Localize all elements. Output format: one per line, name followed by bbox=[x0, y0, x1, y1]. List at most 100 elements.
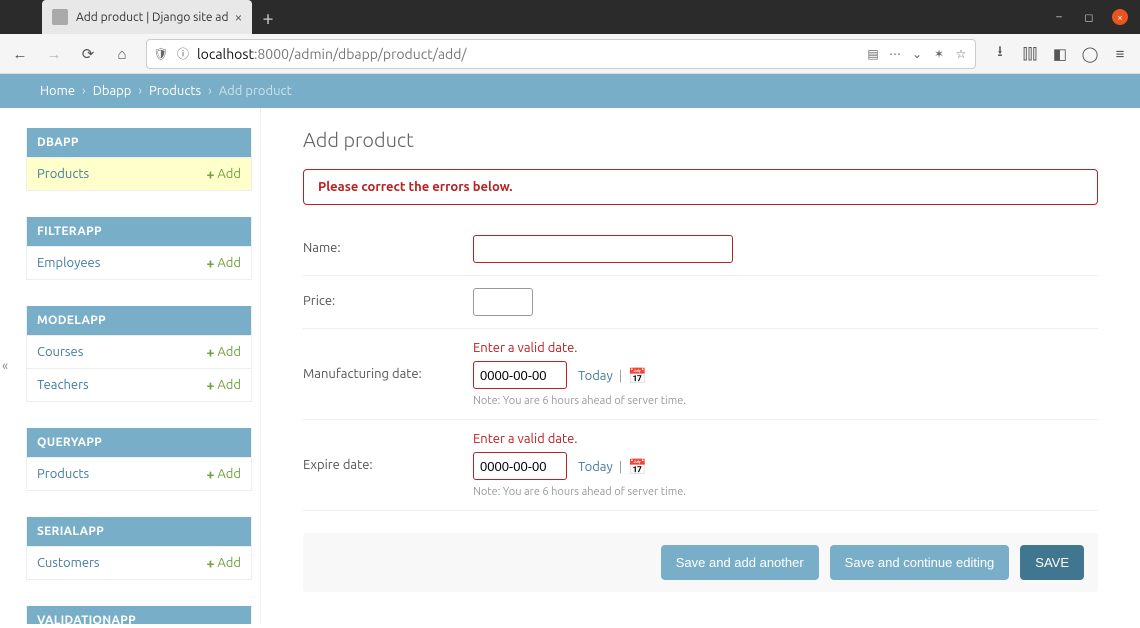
downloads-icon[interactable]: ⭳ bbox=[990, 44, 1010, 64]
sidebar-item-courses[interactable]: Courses +Add bbox=[27, 335, 251, 368]
sidebar-collapse-icon[interactable]: « bbox=[2, 359, 8, 373]
add-link[interactable]: +Add bbox=[206, 166, 241, 182]
browser-tab[interactable]: Add product | Django site ad × bbox=[42, 0, 252, 34]
exp-today-link[interactable]: Today bbox=[578, 460, 613, 474]
breadcrumb-home[interactable]: Home bbox=[40, 84, 75, 98]
pocket-icon[interactable]: ⌄ bbox=[909, 46, 925, 62]
model-link[interactable]: Products bbox=[37, 467, 89, 481]
breadcrumb-current: Add product bbox=[219, 84, 292, 98]
app-filterapp: FILTERAPP Employees +Add bbox=[26, 217, 252, 280]
toolbar-right: ⭳ ⫿⫿⫿ ◧ ◯ ≡ bbox=[986, 44, 1134, 64]
field-mfg-label: Manufacturing date: bbox=[303, 341, 473, 381]
model-link[interactable]: Teachers bbox=[37, 378, 89, 392]
back-button[interactable]: ← bbox=[6, 40, 34, 68]
name-input[interactable] bbox=[473, 235, 733, 263]
field-name-label: Name: bbox=[303, 235, 473, 255]
plus-icon: + bbox=[206, 555, 214, 571]
model-link[interactable]: Customers bbox=[37, 556, 100, 570]
plus-icon: + bbox=[206, 344, 214, 360]
maximize-icon[interactable]: ◻ bbox=[1082, 10, 1096, 24]
app-caption[interactable]: QUERYAPP bbox=[27, 428, 251, 457]
breadcrumb-app[interactable]: Dbapp bbox=[93, 84, 132, 98]
star-icon[interactable]: ☆ bbox=[953, 46, 969, 62]
field-price-label: Price: bbox=[303, 288, 473, 308]
mfg-date-input[interactable] bbox=[473, 361, 567, 389]
add-link[interactable]: +Add bbox=[206, 377, 241, 393]
mfg-help-text: Note: You are 6 hours ahead of server ti… bbox=[473, 395, 1098, 407]
field-price-row: Price: bbox=[303, 276, 1098, 329]
sidebar: DBAPP Products +Add FILTERAPP Employees … bbox=[0, 108, 260, 624]
calendar-icon[interactable]: 📅 bbox=[628, 367, 647, 385]
bug-icon[interactable]: ✶ bbox=[931, 46, 947, 62]
admin-page: Home › Dbapp › Products › Add product « … bbox=[0, 74, 1140, 628]
window-controls: – ◻ × bbox=[1052, 9, 1140, 25]
model-link[interactable]: Products bbox=[37, 167, 89, 181]
window-close-icon[interactable]: × bbox=[1112, 9, 1128, 25]
reader-view-icon[interactable]: ▤ bbox=[865, 46, 881, 62]
forward-button[interactable]: → bbox=[40, 40, 68, 68]
app-caption[interactable]: DBAPP bbox=[27, 128, 251, 157]
sidebar-item-products[interactable]: Products +Add bbox=[27, 157, 251, 190]
price-input[interactable] bbox=[473, 288, 533, 316]
app-caption[interactable]: VALIDATIONAPP bbox=[27, 606, 251, 624]
app-dbapp: DBAPP Products +Add bbox=[26, 128, 252, 191]
minimize-icon[interactable]: – bbox=[1052, 10, 1066, 24]
account-icon[interactable]: ◯ bbox=[1080, 44, 1100, 64]
main-content: Add product Please correct the errors be… bbox=[260, 108, 1140, 624]
field-exp-row: Expire date: Enter a valid date. Today |… bbox=[303, 420, 1098, 511]
exp-error: Enter a valid date. bbox=[473, 432, 1098, 446]
mfg-today-link[interactable]: Today bbox=[578, 369, 613, 383]
url-bar[interactable]: 🛡 ⓘ localhost:8000/admin/dbapp/product/a… bbox=[146, 39, 976, 69]
menu-icon[interactable]: ≡ bbox=[1110, 44, 1130, 64]
mfg-error: Enter a valid date. bbox=[473, 341, 1098, 355]
new-tab-button[interactable]: + bbox=[262, 6, 273, 29]
sidebar-item-products-q[interactable]: Products +Add bbox=[27, 457, 251, 490]
content-area: « DBAPP Products +Add FILTERAPP Employee… bbox=[0, 108, 1140, 624]
app-serialapp: SERIALAPP Customers +Add bbox=[26, 517, 252, 580]
calendar-icon[interactable]: 📅 bbox=[628, 458, 647, 476]
tab-favicon bbox=[52, 9, 68, 25]
sidebar-item-customers[interactable]: Customers +Add bbox=[27, 546, 251, 579]
add-link[interactable]: +Add bbox=[206, 255, 241, 271]
plus-icon: + bbox=[206, 466, 214, 482]
home-button[interactable]: ⌂ bbox=[108, 40, 136, 68]
save-button[interactable]: SAVE bbox=[1020, 545, 1084, 580]
sidebar-item-teachers[interactable]: Teachers +Add bbox=[27, 368, 251, 401]
tab-title: Add product | Django site ad bbox=[76, 11, 229, 24]
field-name-row: Name: bbox=[303, 223, 1098, 276]
save-continue-button[interactable]: Save and continue editing bbox=[830, 545, 1010, 580]
breadcrumb: Home › Dbapp › Products › Add product bbox=[0, 74, 1140, 108]
add-link[interactable]: +Add bbox=[206, 555, 241, 571]
plus-icon: + bbox=[206, 166, 214, 182]
exp-help-text: Note: You are 6 hours ahead of server ti… bbox=[473, 486, 1098, 498]
app-caption[interactable]: FILTERAPP bbox=[27, 217, 251, 246]
plus-icon: + bbox=[206, 255, 214, 271]
add-link[interactable]: +Add bbox=[206, 344, 241, 360]
app-caption[interactable]: MODELAPP bbox=[27, 306, 251, 335]
app-queryapp: QUERYAPP Products +Add bbox=[26, 428, 252, 491]
breadcrumb-model[interactable]: Products bbox=[149, 84, 201, 98]
sidebar-item-employees[interactable]: Employees +Add bbox=[27, 246, 251, 279]
error-note: Please correct the errors below. bbox=[303, 169, 1098, 205]
save-add-another-button[interactable]: Save and add another bbox=[661, 545, 819, 580]
reload-button[interactable]: ⟳ bbox=[74, 40, 102, 68]
app-validationapp: VALIDATIONAPP bbox=[26, 606, 252, 624]
model-link[interactable]: Courses bbox=[37, 345, 83, 359]
add-link[interactable]: +Add bbox=[206, 466, 241, 482]
browser-titlebar: Add product | Django site ad × + – ◻ × bbox=[0, 0, 1140, 34]
model-link[interactable]: Employees bbox=[37, 256, 100, 270]
submit-row: Save and add another Save and continue e… bbox=[303, 533, 1098, 592]
more-actions-icon[interactable]: ⋯ bbox=[887, 46, 903, 62]
page-title: Add product bbox=[303, 128, 1098, 151]
info-icon[interactable]: ⓘ bbox=[175, 46, 191, 62]
app-modelapp: MODELAPP Courses +Add Teachers +Add bbox=[26, 306, 252, 402]
sidebar-icon[interactable]: ◧ bbox=[1050, 44, 1070, 64]
app-caption[interactable]: SERIALAPP bbox=[27, 517, 251, 546]
field-exp-label: Expire date: bbox=[303, 432, 473, 472]
exp-date-input[interactable] bbox=[473, 452, 567, 480]
shield-icon[interactable]: 🛡 bbox=[153, 46, 169, 62]
library-icon[interactable]: ⫿⫿⫿ bbox=[1020, 44, 1040, 64]
tab-close-icon[interactable]: × bbox=[235, 9, 243, 25]
browser-toolbar: ← → ⟳ ⌂ 🛡 ⓘ localhost:8000/admin/dbapp/p… bbox=[0, 34, 1140, 74]
url-text: localhost:8000/admin/dbapp/product/add/ bbox=[197, 46, 859, 62]
